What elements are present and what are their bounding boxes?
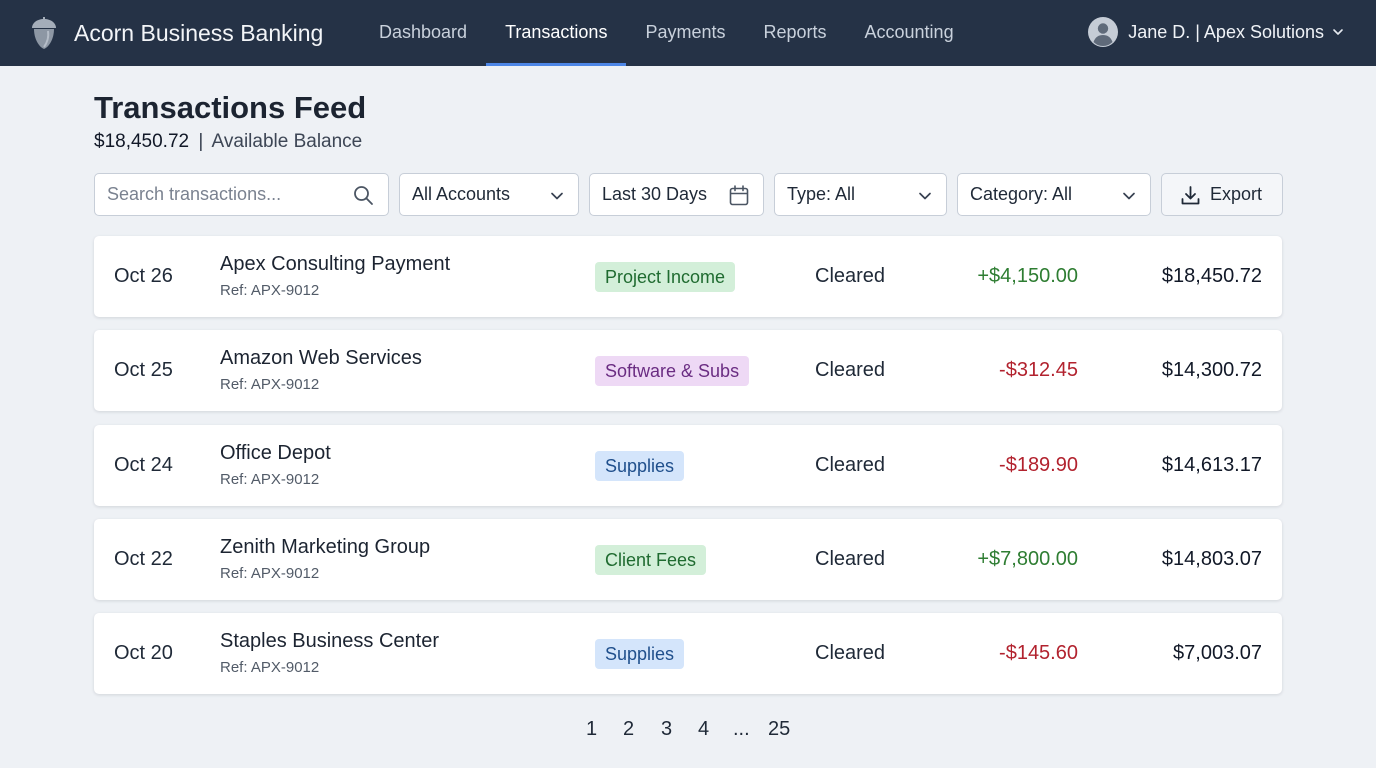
category-badge: Software & Subs [595, 356, 750, 386]
transaction-date: Oct 25 [114, 359, 173, 381]
transaction-description: Office Depot [220, 442, 331, 464]
category-filter-select[interactable]: Category: All [957, 173, 1151, 216]
running-balance: $7,003.07 [1173, 642, 1262, 664]
balance-amount: $18,450.72 [94, 131, 190, 152]
transaction-description: Staples Business Center [220, 630, 440, 652]
transaction-status: Cleared [815, 359, 886, 381]
transaction-amount: +$7,800.00 [977, 548, 1078, 570]
transaction-date: Oct 20 [114, 642, 173, 664]
search-box[interactable] [94, 173, 389, 216]
transaction-status: Cleared [815, 454, 886, 476]
top-navigation-bar: Acorn Business Banking Dashboard Transac… [0, 0, 1376, 66]
pagination: 1 2 3 4 ... 25 [0, 716, 1376, 746]
category-badge: Project Income [595, 262, 736, 292]
transaction-amount: -$189.90 [999, 454, 1078, 476]
main-nav: Dashboard Transactions Payments Reports … [360, 0, 973, 66]
nav-payments[interactable]: Payments [626, 0, 744, 66]
balance-label: Available Balance [211, 131, 363, 152]
download-icon [1181, 186, 1200, 205]
calendar-icon [729, 185, 749, 206]
export-button[interactable]: Export [1161, 173, 1283, 216]
transaction-amount: -$312.45 [999, 359, 1078, 381]
type-filter-label: Type: All [787, 184, 856, 204]
nav-accounting[interactable]: Accounting [846, 0, 973, 66]
transaction-amount: +$4,150.00 [977, 265, 1078, 287]
running-balance: $14,300.72 [1161, 359, 1262, 381]
transaction-row[interactable]: Oct 20 Staples Business Center Ref: APX-… [94, 613, 1282, 694]
transaction-status: Cleared [815, 642, 886, 664]
search-input[interactable] [95, 184, 335, 205]
chevron-down-icon [551, 192, 563, 200]
running-balance: $14,803.07 [1161, 548, 1262, 570]
category-badge: Supplies [595, 451, 685, 481]
date-range-picker[interactable]: Last 30 Days [589, 173, 764, 216]
acorn-icon [32, 17, 56, 49]
user-label: Jane D. | Apex Solutions [1128, 21, 1324, 42]
export-label: Export [1210, 184, 1263, 204]
page-title: Transactions Feed [94, 90, 367, 125]
nav-reports[interactable]: Reports [744, 0, 845, 66]
accounts-select[interactable]: All Accounts [399, 173, 579, 216]
transaction-description: Amazon Web Services [220, 347, 422, 369]
transaction-amount: -$145.60 [999, 642, 1078, 664]
balance-separator: | [198, 131, 204, 152]
chevron-down-icon [1333, 29, 1343, 35]
page-link-3[interactable]: 3 [661, 718, 672, 741]
category-filter-label: Category: All [970, 184, 1073, 204]
transaction-date: Oct 22 [114, 548, 173, 570]
page-link-1[interactable]: 1 [586, 718, 597, 741]
accounts-select-label: All Accounts [412, 184, 511, 204]
transaction-ref: Ref: APX-9012 [220, 376, 320, 393]
page-ellipsis: ... [733, 718, 750, 740]
transaction-row[interactable]: Oct 26 Apex Consulting Payment Ref: APX-… [94, 236, 1282, 317]
category-badge: Supplies [595, 639, 685, 669]
transaction-ref: Ref: APX-9012 [220, 471, 320, 488]
date-range-label: Last 30 Days [602, 184, 708, 204]
transaction-status: Cleared [815, 548, 886, 570]
transaction-status: Cleared [815, 265, 886, 287]
transaction-date: Oct 24 [114, 454, 173, 476]
nav-transactions[interactable]: Transactions [486, 0, 627, 66]
search-icon[interactable] [353, 185, 374, 206]
chevron-down-icon [1123, 192, 1135, 200]
user-avatar-icon [1088, 17, 1119, 47]
transaction-row[interactable]: Oct 22 Zenith Marketing Group Ref: APX-9… [94, 519, 1282, 600]
category-badge: Client Fees [595, 545, 707, 575]
type-filter-select[interactable]: Type: All [774, 173, 947, 216]
transaction-date: Oct 26 [114, 265, 173, 287]
running-balance: $14,613.17 [1161, 454, 1262, 476]
running-balance: $18,450.72 [1161, 265, 1262, 287]
user-menu[interactable]: Jane D. | Apex Solutions [1088, 16, 1344, 48]
page-link-2[interactable]: 2 [623, 718, 634, 741]
app-name: Acorn Business Banking [74, 19, 324, 46]
transaction-ref: Ref: APX-9012 [220, 282, 320, 299]
chevron-down-icon [919, 192, 931, 200]
transaction-row[interactable]: Oct 24 Office Depot Ref: APX-9012 Suppli… [94, 425, 1282, 506]
transaction-description: Apex Consulting Payment [220, 253, 451, 275]
transaction-ref: Ref: APX-9012 [220, 565, 320, 582]
transaction-description: Zenith Marketing Group [220, 536, 431, 558]
brand[interactable]: Acorn Business Banking [28, 14, 323, 52]
available-balance: $18,450.72 | Available Balance [94, 131, 362, 153]
transaction-row[interactable]: Oct 25 Amazon Web Services Ref: APX-9012… [94, 330, 1282, 411]
transaction-ref: Ref: APX-9012 [220, 659, 320, 676]
nav-dashboard[interactable]: Dashboard [360, 0, 486, 66]
page-link-4[interactable]: 4 [698, 718, 709, 741]
page-link-last[interactable]: 25 [768, 718, 790, 741]
